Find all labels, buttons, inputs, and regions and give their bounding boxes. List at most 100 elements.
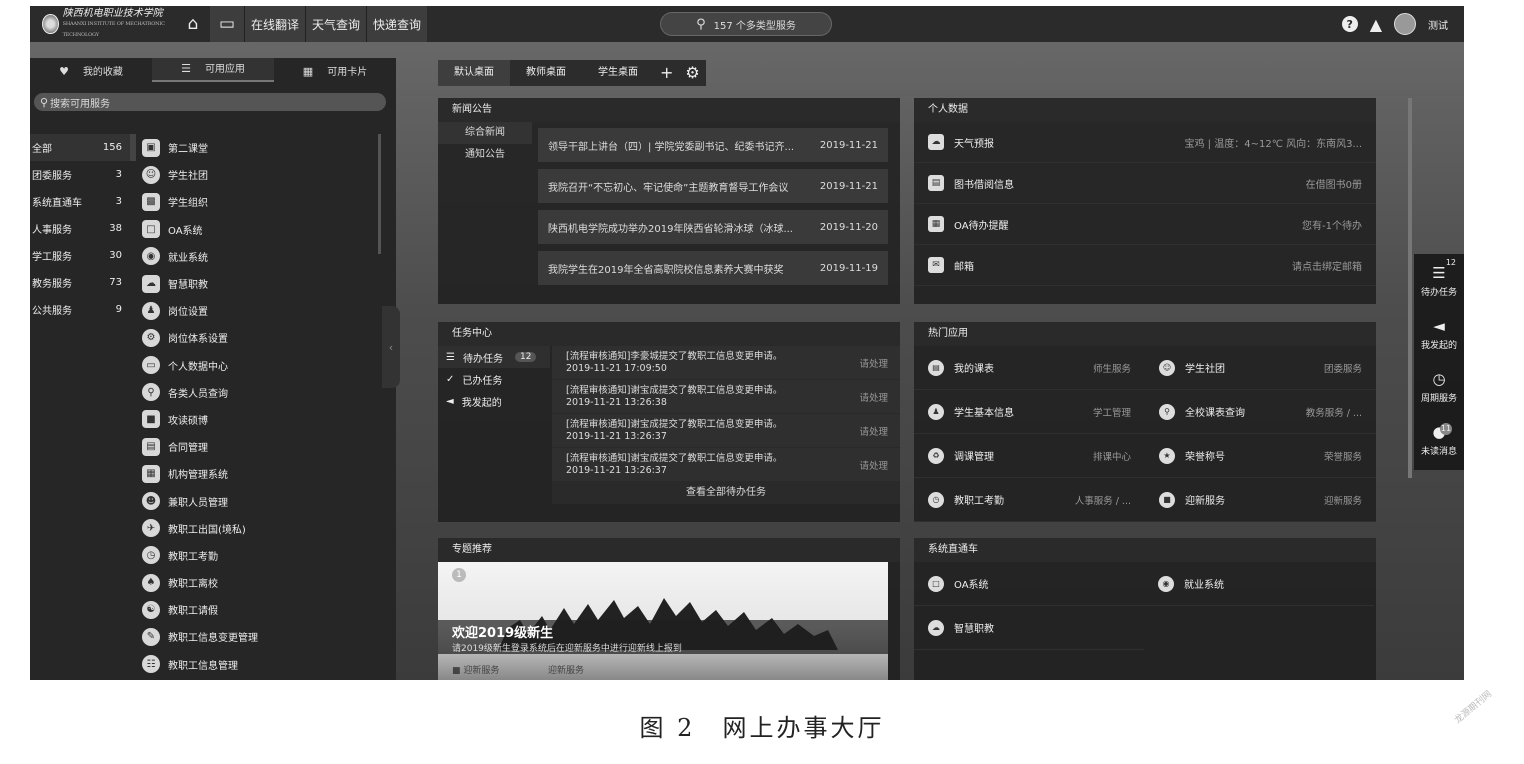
hot-app-item[interactable]: ⚲ 全校课表查询 教务服务 / ...: [1145, 390, 1376, 434]
home-icon[interactable]: ⌂: [176, 6, 210, 42]
app-item[interactable]: ■ 攻读硕博: [142, 406, 382, 433]
hot-app-item[interactable]: ☺ 学生社团 团委服务: [1145, 346, 1376, 390]
tab-available-apps[interactable]: ☰ 可用应用: [152, 58, 274, 82]
tab-student-desktop[interactable]: 学生桌面: [582, 60, 654, 86]
sidebar-scrollbar[interactable]: [378, 134, 381, 254]
global-search[interactable]: ⚲ 157 个多类型服务: [660, 12, 832, 36]
category-item[interactable]: 全部 156: [30, 134, 130, 161]
task-item[interactable]: [流程审核通知]谢宝成提交了教职工信息变更申请。 2019-11-21 13:26…: [552, 414, 900, 448]
club-icon: ☺: [1159, 359, 1175, 376]
category-item[interactable]: 人事服务 38: [30, 215, 130, 242]
add-desktop-icon[interactable]: +: [654, 60, 679, 86]
school-logo[interactable]: 陕西机电职业技术学院 SHAANXI INSTITUTE OF MECHATRO…: [30, 8, 176, 41]
nav-translate[interactable]: 在线翻译: [244, 6, 306, 42]
category-item[interactable]: 系统直通车 3: [30, 188, 130, 215]
gear-icon[interactable]: ⚙: [679, 60, 705, 86]
task-item[interactable]: [流程审核通知]谢宝成提交了教职工信息变更申请。 2019-11-21 13:26…: [552, 448, 900, 482]
news-item[interactable]: 我院学生在2019年全省高职院校信息素养大赛中获奖 2019-11-19: [538, 251, 888, 285]
task-action-link[interactable]: 请处理: [859, 424, 888, 438]
oa-reminder-row[interactable]: ▦ OA待办提醒 您有-1个待办: [914, 204, 1376, 245]
hot-app-item[interactable]: ■ 迎新服务 迎新服务: [1145, 478, 1376, 522]
app-item[interactable]: ▦ 机构管理系统: [142, 460, 382, 487]
app-item[interactable]: ♟ 岗位设置: [142, 297, 382, 324]
task-action-link[interactable]: 请处理: [859, 458, 888, 472]
app-item[interactable]: ☺ 学生社团: [142, 161, 382, 188]
tab-teacher-desktop[interactable]: 教师桌面: [510, 60, 582, 86]
category-item[interactable]: 学工服务 30: [30, 242, 130, 269]
app-item[interactable]: ✎ 教职工信息变更管理: [142, 623, 382, 650]
nav-weather[interactable]: 天气查询: [305, 6, 367, 42]
app-item[interactable]: ☯ 教职工请假: [142, 596, 382, 623]
hot-app-item[interactable]: ◷ 教职工考勤 人事服务 / ...: [914, 478, 1145, 522]
app-item[interactable]: ☻ 兼职人员管理: [142, 487, 382, 514]
express-item[interactable]: ☁ 智慧职教: [914, 606, 1144, 650]
tab-news-notice[interactable]: 通知公告: [438, 144, 532, 166]
hot-app-item[interactable]: ♻ 调课管理 排课中心: [914, 434, 1145, 478]
category-count: 3: [115, 196, 122, 207]
express-item[interactable]: □ OA系统: [914, 562, 1144, 606]
welcome-banner[interactable]: 1 欢迎2019级新生 请2019级新生登录系统后在迎新服务中进行迎新线上报到 …: [438, 562, 888, 680]
library-row[interactable]: ▤ 图书借阅信息 在借图书0册: [914, 163, 1376, 204]
weather-row[interactable]: ☁ 天气预报 宝鸡 | 温度：4~12℃ 风向：东南风3...: [914, 122, 1376, 163]
category-item[interactable]: 教务服务 73: [30, 269, 130, 296]
app-item[interactable]: ▭ 个人数据中心: [142, 352, 382, 379]
task-action-link[interactable]: 请处理: [859, 356, 888, 370]
service-search-input[interactable]: ⚲ 搜索可用服务: [34, 93, 386, 111]
app-name: 兼职人员管理: [168, 497, 228, 509]
settings-icon: ⚙: [142, 328, 160, 347]
category-item[interactable]: 公共服务 9: [30, 296, 130, 323]
leave-request-icon: ☯: [142, 600, 160, 619]
task-nav-initiated[interactable]: ◄ 我发起的: [438, 390, 550, 412]
app-item[interactable]: □ OA系统: [142, 216, 382, 243]
app-item[interactable]: ⚲ 各类人员查询: [142, 379, 382, 406]
app-name: 攻读硕博: [168, 415, 208, 427]
desktop-icon[interactable]: ▭: [210, 6, 244, 42]
task-nav-todo[interactable]: ☰ 待办任务 12: [438, 346, 550, 368]
task-action-link[interactable]: 请处理: [859, 390, 888, 404]
view-all-tasks-link[interactable]: 查看全部待办任务: [552, 482, 900, 504]
app-item[interactable]: ⚙ 岗位体系设置: [142, 324, 382, 351]
news-item[interactable]: 领导干部上讲台（四）| 学院党委副书记、纪委书记齐... 2019-11-21: [538, 128, 888, 162]
app-item[interactable]: ☁ 智慧职教: [142, 270, 382, 297]
float-initiated[interactable]: ◄ 我发起的: [1414, 307, 1464, 360]
app-item[interactable]: ▣ 第二课堂: [142, 134, 382, 161]
tab-favorites[interactable]: ♥ 我的收藏: [30, 63, 152, 78]
app-item[interactable]: ☷ 教职工信息管理: [142, 651, 382, 678]
app-item[interactable]: ▤ 合同管理: [142, 433, 382, 460]
theme-shirt-icon[interactable]: ▲: [1370, 15, 1382, 34]
app-item[interactable]: ✈ 教职工出国(境私): [142, 515, 382, 542]
student-info-icon: ♟: [928, 403, 944, 420]
news-item[interactable]: 我院召开“不忘初心、牢记使命”主题教育督导工作会议 2019-11-21: [538, 169, 888, 203]
float-unread-messages[interactable]: 11 ● 未读消息: [1414, 413, 1464, 466]
task-item[interactable]: [流程审核通知]谢宝成提交了教职工信息变更申请。 2019-11-21 13:26…: [552, 380, 900, 414]
app-item[interactable]: ▩ 学生组织: [142, 188, 382, 215]
attendance-icon: ◷: [142, 546, 160, 565]
hot-app-item[interactable]: ▤ 我的课表 师生服务: [914, 346, 1145, 390]
hot-app-item[interactable]: ★ 荣誉称号 荣誉服务: [1145, 434, 1376, 478]
app-name: 教职工考勤: [168, 551, 218, 563]
help-icon[interactable]: ?: [1341, 16, 1358, 32]
mailbox-row[interactable]: ✉ 邮箱 请点击绑定邮箱: [914, 245, 1376, 286]
todo-count-badge: 12: [1445, 258, 1456, 267]
banner-page-indicator[interactable]: 1: [452, 568, 466, 582]
sidebar-collapse-handle[interactable]: ‹: [382, 306, 400, 388]
tab-news-general[interactable]: 综合新闻: [438, 122, 532, 144]
user-name[interactable]: 测试: [1428, 17, 1448, 32]
tab-default-desktop[interactable]: 默认桌面: [438, 60, 510, 86]
tab-available-cards[interactable]: ▦ 可用卡片: [274, 63, 396, 78]
express-item[interactable]: ◉ 就业系统: [1144, 562, 1374, 606]
avatar[interactable]: [1394, 13, 1416, 35]
task-item[interactable]: [流程审核通知]李豪城提交了教职工信息变更申请。 2019-11-21 17:09…: [552, 346, 900, 380]
task-nav-done[interactable]: ✓ 已办任务: [438, 368, 550, 390]
app-item[interactable]: ◷ 教职工考勤: [142, 542, 382, 569]
float-periodic-service[interactable]: ◷ 周期服务: [1414, 360, 1464, 413]
float-todo-tasks[interactable]: 12 ☰ 待办任务: [1414, 254, 1464, 307]
hot-app-item[interactable]: ♟ 学生基本信息 学工管理: [914, 390, 1145, 434]
nav-express[interactable]: 快递查询: [366, 6, 428, 42]
app-item[interactable]: ♠ 教职工离校: [142, 569, 382, 596]
news-panel: 新闻公告 综合新闻 通知公告 领导干部上讲台（四）| 学院党委副书记、纪委书记齐…: [438, 98, 900, 304]
news-item[interactable]: 陕西机电学院成功举办2019年陕西省轮滑冰球（冰球... 2019-11-20: [538, 210, 888, 244]
category-item[interactable]: 团委服务 3: [30, 161, 130, 188]
desktop-scrollbar[interactable]: [1408, 98, 1412, 478]
app-item[interactable]: ◉ 就业系统: [142, 243, 382, 270]
